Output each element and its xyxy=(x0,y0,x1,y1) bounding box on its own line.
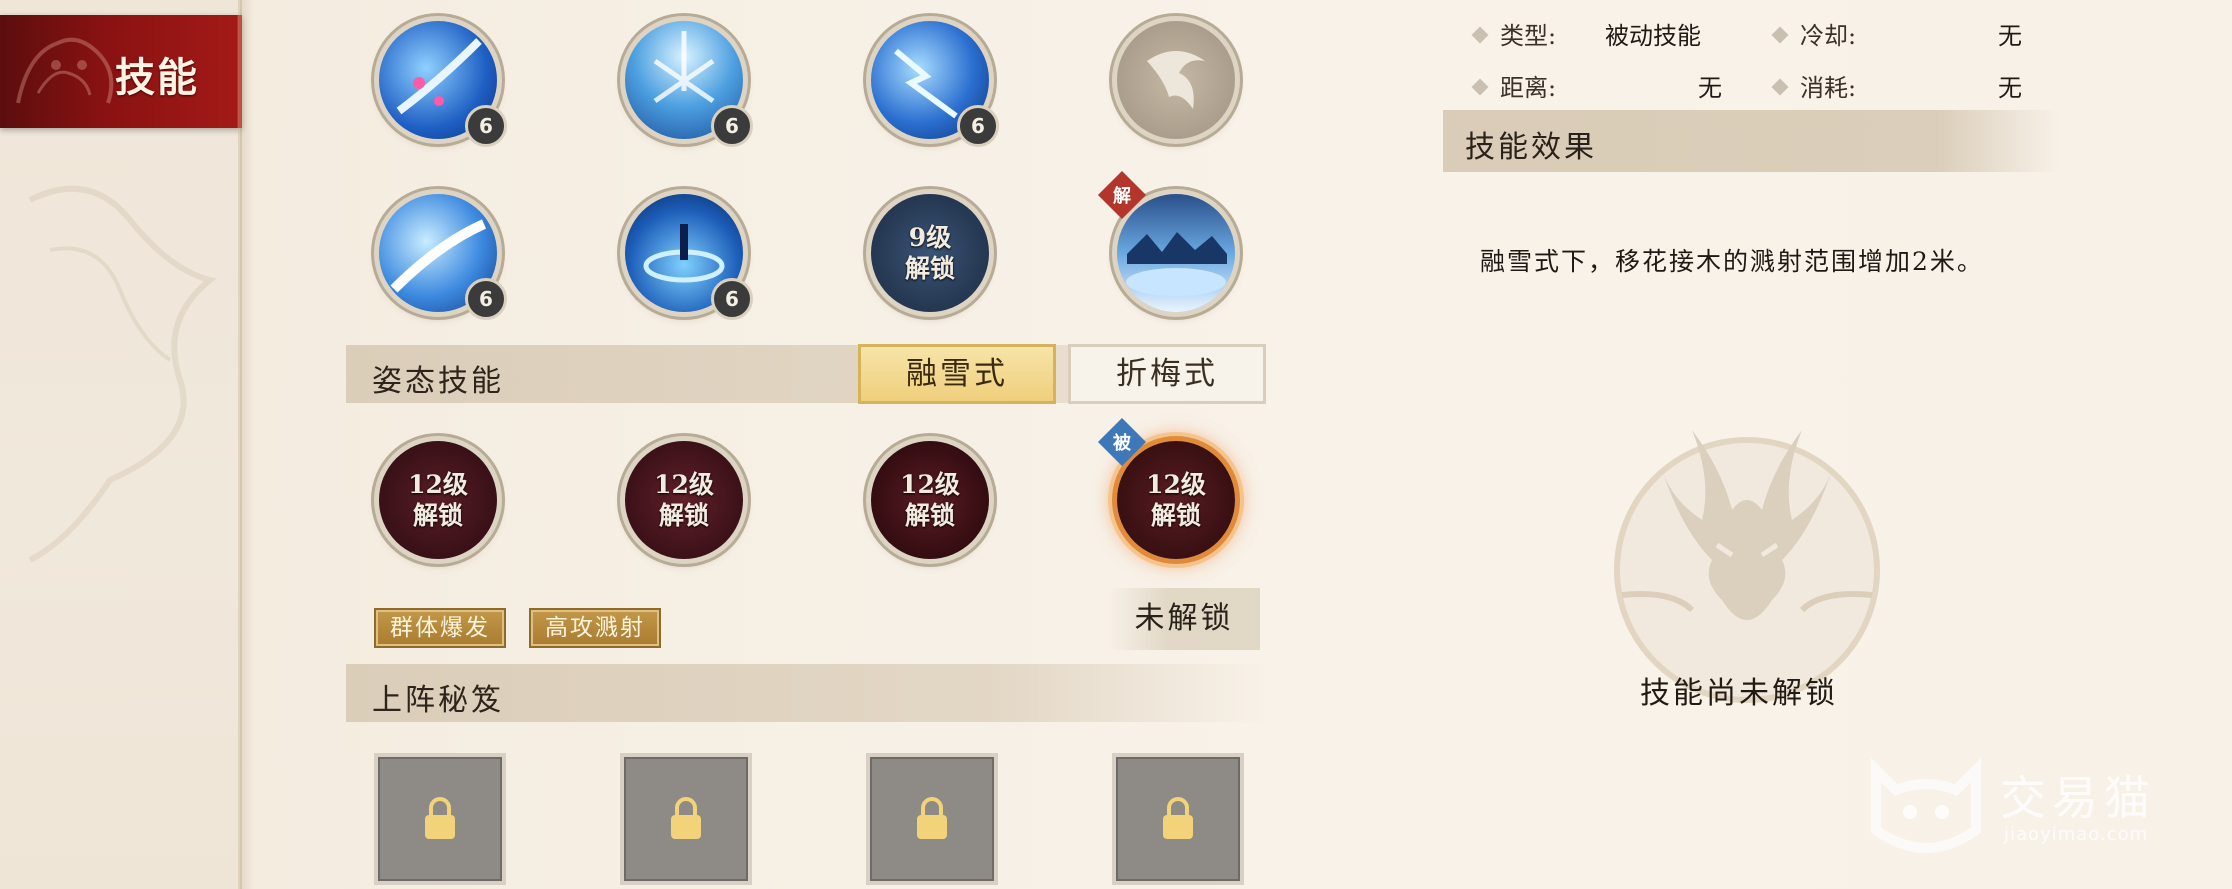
skill-locked-caption: 技能尚未解锁 xyxy=(1640,676,1838,711)
diamond-bullet-icon xyxy=(1771,26,1789,43)
detail-type-row: 类型: xyxy=(1471,16,1556,51)
lock-icon xyxy=(1163,797,1193,839)
skill-lock-text: 9级 解锁 xyxy=(904,223,955,283)
detail-cooldown-row: 冷却: xyxy=(1771,16,1856,51)
detail-cost-row: 消耗: xyxy=(1771,68,1856,103)
detail-type-value: 被动技能 xyxy=(1605,22,1701,50)
watermark-url: jiaoyimao.com xyxy=(2004,824,2149,845)
skill-lock-text: 12级 解锁 xyxy=(408,470,468,530)
skill-icon-2[interactable]: 6 xyxy=(625,21,753,147)
stance-option-snow[interactable]: 融雪式 xyxy=(858,344,1056,404)
skill-lock-text: 12级 解锁 xyxy=(900,470,960,530)
diamond-bullet-icon xyxy=(1471,78,1489,95)
lock-icon xyxy=(917,797,947,839)
tab-skills-label: 技能 xyxy=(115,54,199,101)
skill-icon-3[interactable]: 6 xyxy=(871,21,999,147)
skill-icon-4-passive[interactable] xyxy=(1117,21,1235,139)
skill-lock-text: 12级 解锁 xyxy=(1146,470,1206,530)
skill-icon-7-locked[interactable]: 9级 解锁 xyxy=(871,194,989,312)
skill-tag-burst: 群体爆发 xyxy=(374,608,506,648)
formation-slot-2[interactable] xyxy=(620,753,752,885)
tab-skills[interactable]: 技能 xyxy=(0,15,242,128)
stance-section-title: 姿态技能 xyxy=(372,364,504,399)
formation-section-title: 上阵秘笈 xyxy=(372,683,504,718)
effect-section-bar: 技能效果 xyxy=(1443,110,2060,172)
skill-level-badge: 6 xyxy=(465,278,507,320)
effect-section-title: 技能效果 xyxy=(1465,130,1597,165)
diamond-bullet-icon xyxy=(1771,78,1789,95)
rail-shadow xyxy=(238,0,254,889)
skill-tag-splash: 高攻溅射 xyxy=(529,608,661,648)
skill-lock-text: 12级 解锁 xyxy=(654,470,714,530)
lock-icon xyxy=(425,797,455,839)
crescent-blade-icon xyxy=(1147,51,1205,109)
detail-range-row: 距离: xyxy=(1471,68,1556,103)
formation-slot-1[interactable] xyxy=(374,753,506,885)
stance-skill-1[interactable]: 12级 解锁 xyxy=(379,441,497,559)
formation-slot-4[interactable] xyxy=(1112,753,1244,885)
skill-icon-5[interactable]: 6 xyxy=(379,194,507,320)
watermark: 交易猫 jiaoyimao.com xyxy=(1862,750,2192,860)
skill-level-badge: 6 xyxy=(711,105,753,147)
cat-logo-icon xyxy=(1871,757,1981,853)
skill-icon-8[interactable]: 解 xyxy=(1097,170,1235,312)
detail-range-value: 无 xyxy=(1698,74,1722,102)
snow-landscape-icon xyxy=(1126,232,1227,296)
formation-slot-3[interactable] xyxy=(866,753,998,885)
left-sidebar: 技能 xyxy=(0,0,242,889)
detail-cost-value: 无 xyxy=(1998,74,2022,102)
stance-option-plum[interactable]: 折梅式 xyxy=(1068,344,1266,404)
skill-level-badge: 6 xyxy=(711,278,753,320)
dragon-head-icon xyxy=(16,37,114,104)
detail-cooldown-value: 无 xyxy=(1998,22,2022,50)
effect-description: 融雪式下，移花接木的溅射范围增加2米。 xyxy=(1480,247,1984,276)
skill-icon-6[interactable]: 6 xyxy=(625,194,753,320)
formation-section-bar: 上阵秘笈 xyxy=(346,664,1266,722)
dragon-pattern-decoration xyxy=(28,185,217,563)
stance-skill-2[interactable]: 12级 解锁 xyxy=(625,441,743,559)
diamond-bullet-icon xyxy=(1471,26,1489,43)
stance-skill-4-selected[interactable]: 12级 解锁 被 xyxy=(1097,417,1235,559)
skill-icon-1[interactable]: 6 xyxy=(379,21,507,147)
skill-level-badge: 6 xyxy=(465,105,507,147)
skill-level-badge: 6 xyxy=(957,105,999,147)
lock-icon xyxy=(671,797,701,839)
stance-skill-3[interactable]: 12级 解锁 xyxy=(871,441,989,559)
unlock-status-badge: 未解锁 xyxy=(1108,588,1260,650)
watermark-brand: 交易猫 xyxy=(2000,771,2156,825)
